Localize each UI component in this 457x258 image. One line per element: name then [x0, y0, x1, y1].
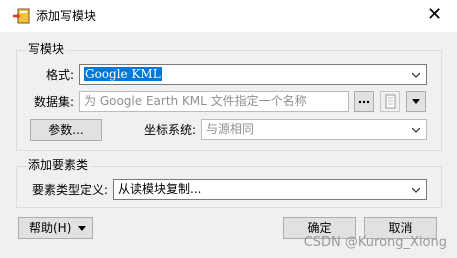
window-title: 添加写模块: [36, 9, 97, 23]
help-button[interactable]: 帮助(H): [18, 217, 93, 239]
coordinate-system-value: 与源相同: [206, 122, 255, 136]
title-bar: 添加写模块 ✕: [0, 0, 457, 32]
triangle-down-icon: [78, 226, 86, 231]
format-selected-text: Google KML: [84, 67, 162, 81]
close-icon: ✕: [427, 4, 443, 25]
file-icon: [385, 94, 396, 109]
chevron-down-icon: [412, 127, 420, 133]
write-module-group-title: 写模块: [26, 42, 67, 56]
feature-class-group-title: 添加要素类: [26, 158, 91, 172]
help-button-label: 帮助(H): [29, 221, 72, 235]
feature-type-definition-label: 要素类型定义:: [31, 183, 108, 197]
close-button[interactable]: ✕: [411, 0, 457, 32]
feature-type-definition-value: 从读模块复制...: [118, 182, 202, 196]
dataset-label: 数据集:: [33, 95, 74, 109]
format-label: 格式:: [45, 68, 74, 82]
write-module-icon: [13, 8, 30, 24]
triangle-down-icon: [412, 99, 420, 104]
format-select[interactable]: Google KML: [79, 64, 427, 85]
feature-type-definition-select[interactable]: 从读模块复制...: [113, 179, 427, 200]
dataset-dropdown-button[interactable]: [406, 91, 426, 112]
chevron-down-icon: [412, 72, 420, 78]
dataset-input[interactable]: 为 Google Earth KML 文件指定一个名称: [79, 91, 349, 112]
watermark: CSDN @Kurong_Xiong: [303, 235, 447, 250]
browse-button[interactable]: [354, 91, 374, 112]
chevron-down-icon: [412, 187, 420, 193]
ellipsis-icon: [358, 100, 370, 104]
coordinate-system-select[interactable]: 与源相同: [201, 119, 427, 140]
file-options-button[interactable]: [380, 91, 400, 112]
params-button[interactable]: 参数...: [30, 119, 102, 141]
coordinate-system-label: 坐标系统:: [143, 123, 196, 137]
